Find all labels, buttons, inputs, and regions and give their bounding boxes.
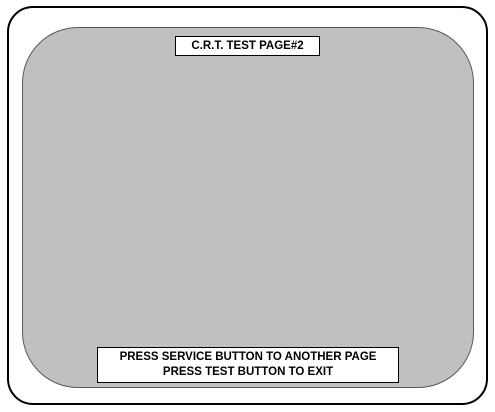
page-title-text: C.R.T. TEST PAGE#2 — [191, 40, 304, 52]
service-button-instruction: PRESS SERVICE BUTTON TO ANOTHER PAGE — [119, 351, 377, 363]
crt-test-screen — [22, 27, 474, 388]
instruction-panel: PRESS SERVICE BUTTON TO ANOTHER PAGE PRE… — [97, 347, 399, 383]
page-title: C.R.T. TEST PAGE#2 — [175, 36, 320, 56]
test-button-instruction: PRESS TEST BUTTON TO EXIT — [162, 366, 334, 378]
